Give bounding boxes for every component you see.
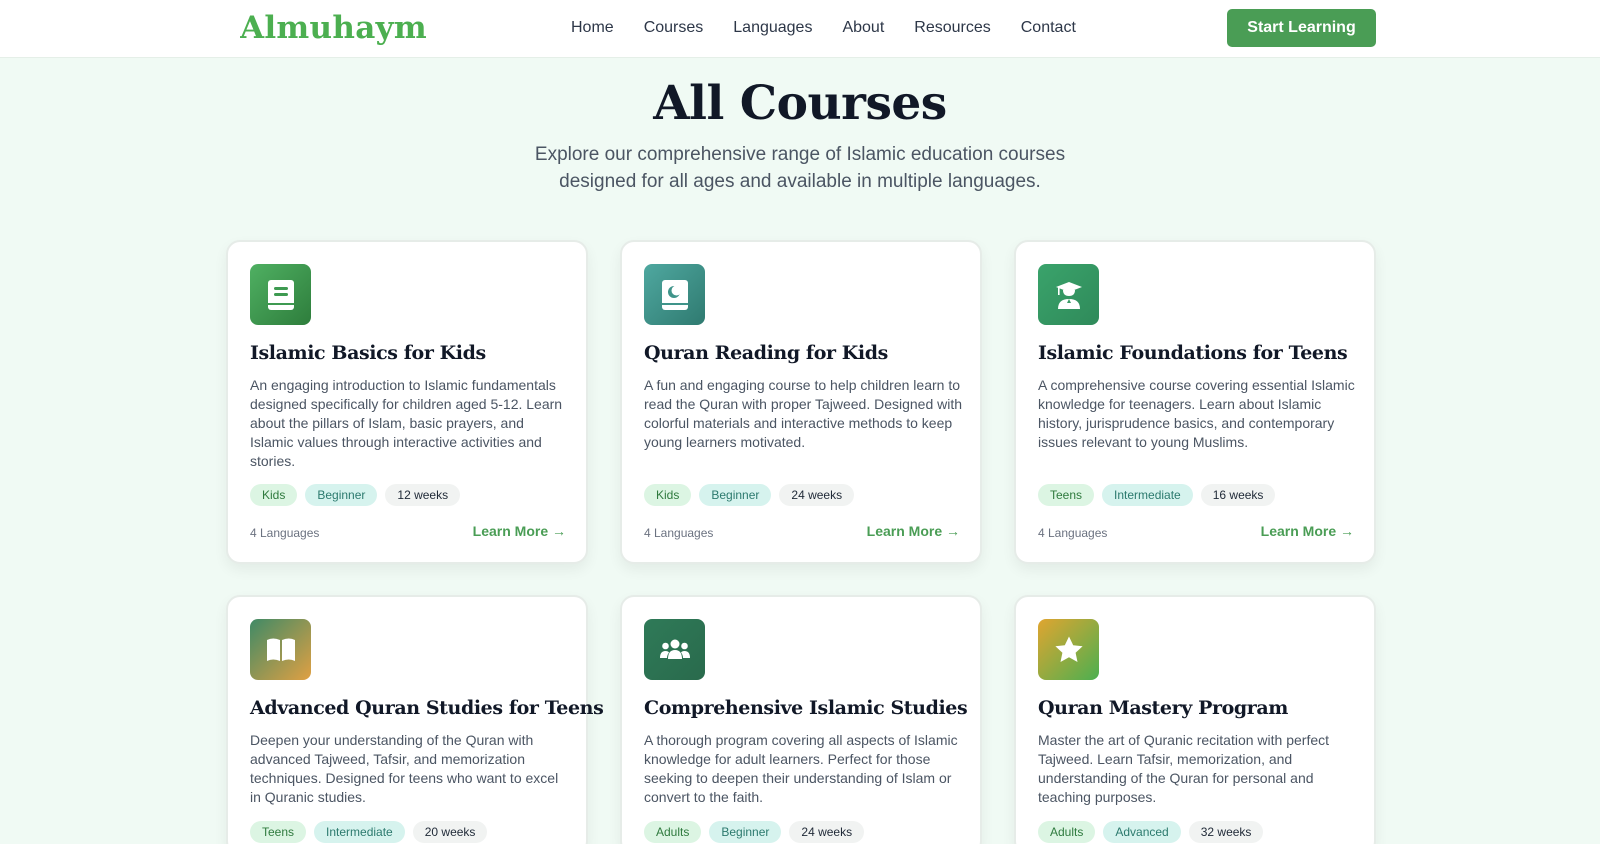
course-title: Islamic Basics for Kids	[250, 342, 486, 364]
course-description: Deepen your understanding of the Quran w…	[250, 732, 559, 805]
book-icon	[250, 264, 311, 325]
course-tags: Kids Beginner 12 weeks	[250, 484, 461, 506]
course-title: Quran Reading for Kids	[644, 342, 888, 364]
level-badge: Beginner	[305, 484, 378, 506]
course-card[interactable]: Quran Mastery Program Master the art of …	[1014, 595, 1376, 844]
course-title: Islamic Foundations for Teens	[1038, 342, 1348, 364]
audience-badge: Kids	[644, 484, 692, 506]
course-description: An engaging introduction to Islamic fund…	[250, 377, 563, 469]
learn-more-link[interactable]: Learn More →	[473, 523, 566, 539]
users-icon	[644, 619, 705, 680]
quran-icon	[644, 264, 705, 325]
audience-badge: Adults	[644, 821, 702, 843]
audience-badge: Teens	[250, 821, 307, 843]
level-badge: Advanced	[1103, 821, 1181, 843]
nav-home[interactable]: Home	[571, 18, 614, 38]
level-badge: Beginner	[709, 821, 782, 843]
course-card[interactable]: Islamic Foundations for Teens A comprehe…	[1014, 240, 1376, 564]
course-description: A comprehensive course covering essentia…	[1038, 377, 1355, 450]
nav-resources[interactable]: Resources	[914, 18, 990, 38]
level-badge: Beginner	[699, 484, 772, 506]
course-tags: Adults Beginner 24 weeks	[644, 821, 865, 843]
nav-contact[interactable]: Contact	[1021, 18, 1076, 38]
course-description: A fun and engaging course to help childr…	[644, 377, 963, 450]
languages-count: 4 Languages	[1038, 526, 1108, 540]
learn-more-link[interactable]: Learn More →	[1261, 523, 1354, 539]
nav-languages[interactable]: Languages	[733, 18, 812, 38]
duration-badge: 16 weeks	[1200, 484, 1276, 506]
course-card[interactable]: Comprehensive Islamic Studies A thorough…	[620, 595, 982, 844]
course-title: Comprehensive Islamic Studies	[644, 697, 968, 719]
duration-badge: 32 weeks	[1188, 821, 1264, 843]
course-card[interactable]: Advanced Quran Studies for Teens Deepen …	[226, 595, 604, 844]
graduate-icon	[1038, 264, 1099, 325]
audience-badge: Adults	[1038, 821, 1096, 843]
course-card[interactable]: Quran Reading for Kids A fun and engagin…	[620, 240, 982, 564]
course-tags: Adults Advanced 32 weeks	[1038, 821, 1264, 843]
duration-badge: 12 weeks	[385, 484, 461, 506]
nav-about[interactable]: About	[842, 18, 884, 38]
page-title: All Courses	[653, 76, 947, 131]
start-learning-button[interactable]: Start Learning	[1227, 9, 1376, 47]
course-title: Quran Mastery Program	[1038, 697, 1288, 719]
main-nav: Home Courses Languages About Resources C…	[571, 18, 1076, 38]
site-logo[interactable]: Almuhaymin	[240, 10, 426, 46]
audience-badge: Kids	[250, 484, 298, 506]
audience-badge: Teens	[1038, 484, 1095, 506]
course-description: A thorough program covering all aspects …	[644, 732, 958, 805]
level-badge: Intermediate	[314, 821, 405, 843]
course-description: Master the art of Quranic recitation wit…	[1038, 732, 1330, 805]
open-book-icon	[250, 619, 311, 680]
learn-more-link[interactable]: Learn More →	[867, 523, 960, 539]
level-badge: Intermediate	[1102, 484, 1193, 506]
page-subtitle: Explore our comprehensive range of Islam…	[534, 144, 1066, 192]
star-icon	[1038, 619, 1099, 680]
course-title: Advanced Quran Studies for Teens	[250, 697, 604, 719]
site-header: Almuhaymin Home Courses Languages About …	[0, 0, 1600, 58]
languages-count: 4 Languages	[644, 526, 714, 540]
nav-courses[interactable]: Courses	[644, 18, 704, 38]
course-card[interactable]: Islamic Basics for Kids An engaging intr…	[226, 240, 588, 564]
duration-badge: 24 weeks	[779, 484, 855, 506]
languages-count: 4 Languages	[250, 526, 320, 540]
duration-badge: 20 weeks	[412, 821, 488, 843]
duration-badge: 24 weeks	[789, 821, 865, 843]
course-tags: Teens Intermediate 20 weeks	[250, 821, 488, 843]
course-tags: Teens Intermediate 16 weeks	[1038, 484, 1276, 506]
course-tags: Kids Beginner 24 weeks	[644, 484, 855, 506]
